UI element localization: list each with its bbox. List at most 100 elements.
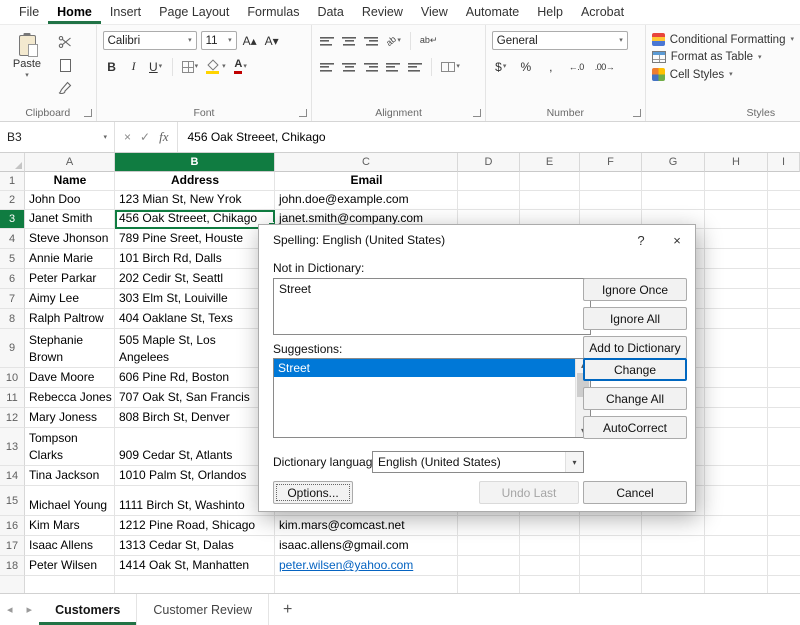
cell[interactable]: Aimy Lee <box>25 289 115 309</box>
cancel-entry-icon[interactable]: × <box>124 130 131 144</box>
not-in-dictionary-box[interactable]: Street <box>273 278 591 335</box>
cell[interactable]: Peter Wilsen <box>25 556 115 576</box>
tab-home[interactable]: Home <box>48 0 101 24</box>
row-header-18[interactable]: 18 <box>0 556 25 576</box>
suggestion-item-selected[interactable]: Street <box>274 359 575 377</box>
cell[interactable]: 505 Maple St, Los Angelees <box>115 329 275 368</box>
cell[interactable] <box>115 576 275 594</box>
column-header-f[interactable]: F <box>580 153 642 172</box>
format-painter-button[interactable] <box>55 80 75 96</box>
font-name-select[interactable]: Calibri ▾ <box>103 31 197 50</box>
row-header-10[interactable]: 10 <box>0 368 25 388</box>
tab-page-layout[interactable]: Page Layout <box>150 0 238 24</box>
increase-font-size-button[interactable]: A▴ <box>241 31 259 50</box>
conditional-formatting-button[interactable]: Conditional Formatting ▾ <box>652 33 794 46</box>
cut-button[interactable] <box>55 34 75 50</box>
empty-cells[interactable] <box>458 191 800 210</box>
cell[interactable]: Stephanie Brown <box>25 329 115 368</box>
cell[interactable]: john.doe@example.com <box>275 191 458 210</box>
empty-cells[interactable] <box>458 576 800 594</box>
paste-button[interactable]: Paste ▾ <box>6 31 48 96</box>
cell[interactable]: Address <box>115 172 275 191</box>
alignment-dialog-launcher-icon[interactable] <box>473 109 481 117</box>
row-header-1[interactable]: 1 <box>0 172 25 191</box>
percent-style-button[interactable]: % <box>517 57 535 76</box>
row-header-3[interactable]: 3 <box>0 210 25 229</box>
format-as-table-button[interactable]: Format as Table ▾ <box>652 51 794 63</box>
cell[interactable]: 909 Cedar St, Atlants <box>115 428 275 466</box>
empty-cells[interactable] <box>458 516 800 536</box>
email-hyperlink[interactable]: peter.wilsen@yahoo.com <box>275 556 458 576</box>
row-header-16[interactable]: 16 <box>0 516 25 536</box>
cell[interactable]: 606 Pine Rd, Boston <box>115 368 275 388</box>
sheet-tab-customers[interactable]: Customers <box>39 594 137 625</box>
cell[interactable]: Tompson Clarks <box>25 428 115 466</box>
borders-button[interactable]: ▾ <box>180 57 201 76</box>
cell[interactable]: 1111 Birch St, Washinto <box>115 486 275 516</box>
top-align-button[interactable] <box>318 31 336 50</box>
ignore-once-button[interactable]: Ignore Once <box>583 278 687 301</box>
cell[interactable]: 202 Cedir St, Seattl <box>115 269 275 289</box>
dialog-title-bar[interactable]: Spelling: English (United States) ? × <box>259 225 695 255</box>
formula-input[interactable]: 456 Oak Streeet, Chikago <box>178 122 325 152</box>
middle-align-button[interactable] <box>340 31 358 50</box>
copy-button[interactable] <box>55 57 75 73</box>
center-button[interactable] <box>340 57 358 76</box>
cell[interactable]: Isaac Allens <box>25 536 115 556</box>
row-header-12[interactable]: 12 <box>0 408 25 428</box>
tab-formulas[interactable]: Formulas <box>238 0 308 24</box>
cancel-button[interactable]: Cancel <box>583 481 687 504</box>
wrap-text-button[interactable]: ab↵ <box>418 31 440 50</box>
cell[interactable]: Email <box>275 172 458 191</box>
ignore-all-button[interactable]: Ignore All <box>583 307 687 330</box>
cell-styles-button[interactable]: Cell Styles ▾ <box>652 68 794 81</box>
cell[interactable]: John Doo <box>25 191 115 210</box>
row-header-6[interactable]: 6 <box>0 269 25 289</box>
tab-data[interactable]: Data <box>308 0 352 24</box>
cell[interactable]: Dave Moore <box>25 368 115 388</box>
cell[interactable]: 808 Birch St, Denver <box>115 408 275 428</box>
sheet-nav-prev-icon[interactable]: ◂ <box>0 594 20 625</box>
dialog-help-button[interactable]: ? <box>623 225 659 255</box>
row-header-11[interactable]: 11 <box>0 388 25 408</box>
insert-function-icon[interactable]: fx <box>159 129 168 145</box>
row-header-4[interactable]: 4 <box>0 229 25 249</box>
cell[interactable]: 789 Pine Sreet, Houste <box>115 229 275 249</box>
cell[interactable]: Peter Parkar <box>25 269 115 289</box>
row-header-15[interactable]: 15 <box>0 486 25 516</box>
dictionary-language-select[interactable]: English (United States) ▾ <box>372 451 584 473</box>
dialog-close-button[interactable]: × <box>659 225 695 255</box>
add-sheet-button[interactable]: + <box>269 594 306 625</box>
row-header-7[interactable]: 7 <box>0 289 25 309</box>
cell[interactable]: Rebecca Jones <box>25 388 115 408</box>
cell[interactable]: 1313 Cedar St, Dalas <box>115 536 275 556</box>
bold-button[interactable]: B <box>103 57 121 76</box>
font-color-button[interactable]: A▾ <box>232 57 250 76</box>
change-all-button[interactable]: Change All <box>583 387 687 410</box>
column-header-h[interactable]: H <box>705 153 768 172</box>
change-button[interactable]: Change <box>583 358 687 381</box>
decrease-decimal-button[interactable]: .00→ <box>593 57 617 76</box>
enter-entry-icon[interactable]: ✓ <box>140 130 150 144</box>
column-header-c[interactable]: C <box>275 153 458 172</box>
tab-view[interactable]: View <box>412 0 457 24</box>
column-header-a[interactable]: A <box>25 153 115 172</box>
sheet-nav-next-icon[interactable]: ▸ <box>20 594 40 625</box>
tab-acrobat[interactable]: Acrobat <box>572 0 633 24</box>
cell[interactable]: 404 Oaklane St, Texs <box>115 309 275 329</box>
autocorrect-button[interactable]: AutoCorrect <box>583 416 687 439</box>
column-header-d[interactable]: D <box>458 153 520 172</box>
row-header-9[interactable]: 9 <box>0 329 25 368</box>
cell[interactable]: 707 Oak St, San Francis <box>115 388 275 408</box>
decrease-indent-button[interactable] <box>384 57 402 76</box>
font-size-select[interactable]: 11 ▾ <box>201 31 237 50</box>
row-header-2[interactable]: 2 <box>0 191 25 210</box>
options-button[interactable]: Options... <box>273 481 353 504</box>
row-header-5[interactable]: 5 <box>0 249 25 269</box>
cell[interactable]: Name <box>25 172 115 191</box>
column-header-e[interactable]: E <box>520 153 580 172</box>
cell[interactable] <box>275 576 458 594</box>
add-to-dictionary-button[interactable]: Add to Dictionary <box>583 336 687 359</box>
select-all-corner[interactable] <box>0 153 25 172</box>
tab-automate[interactable]: Automate <box>457 0 529 24</box>
